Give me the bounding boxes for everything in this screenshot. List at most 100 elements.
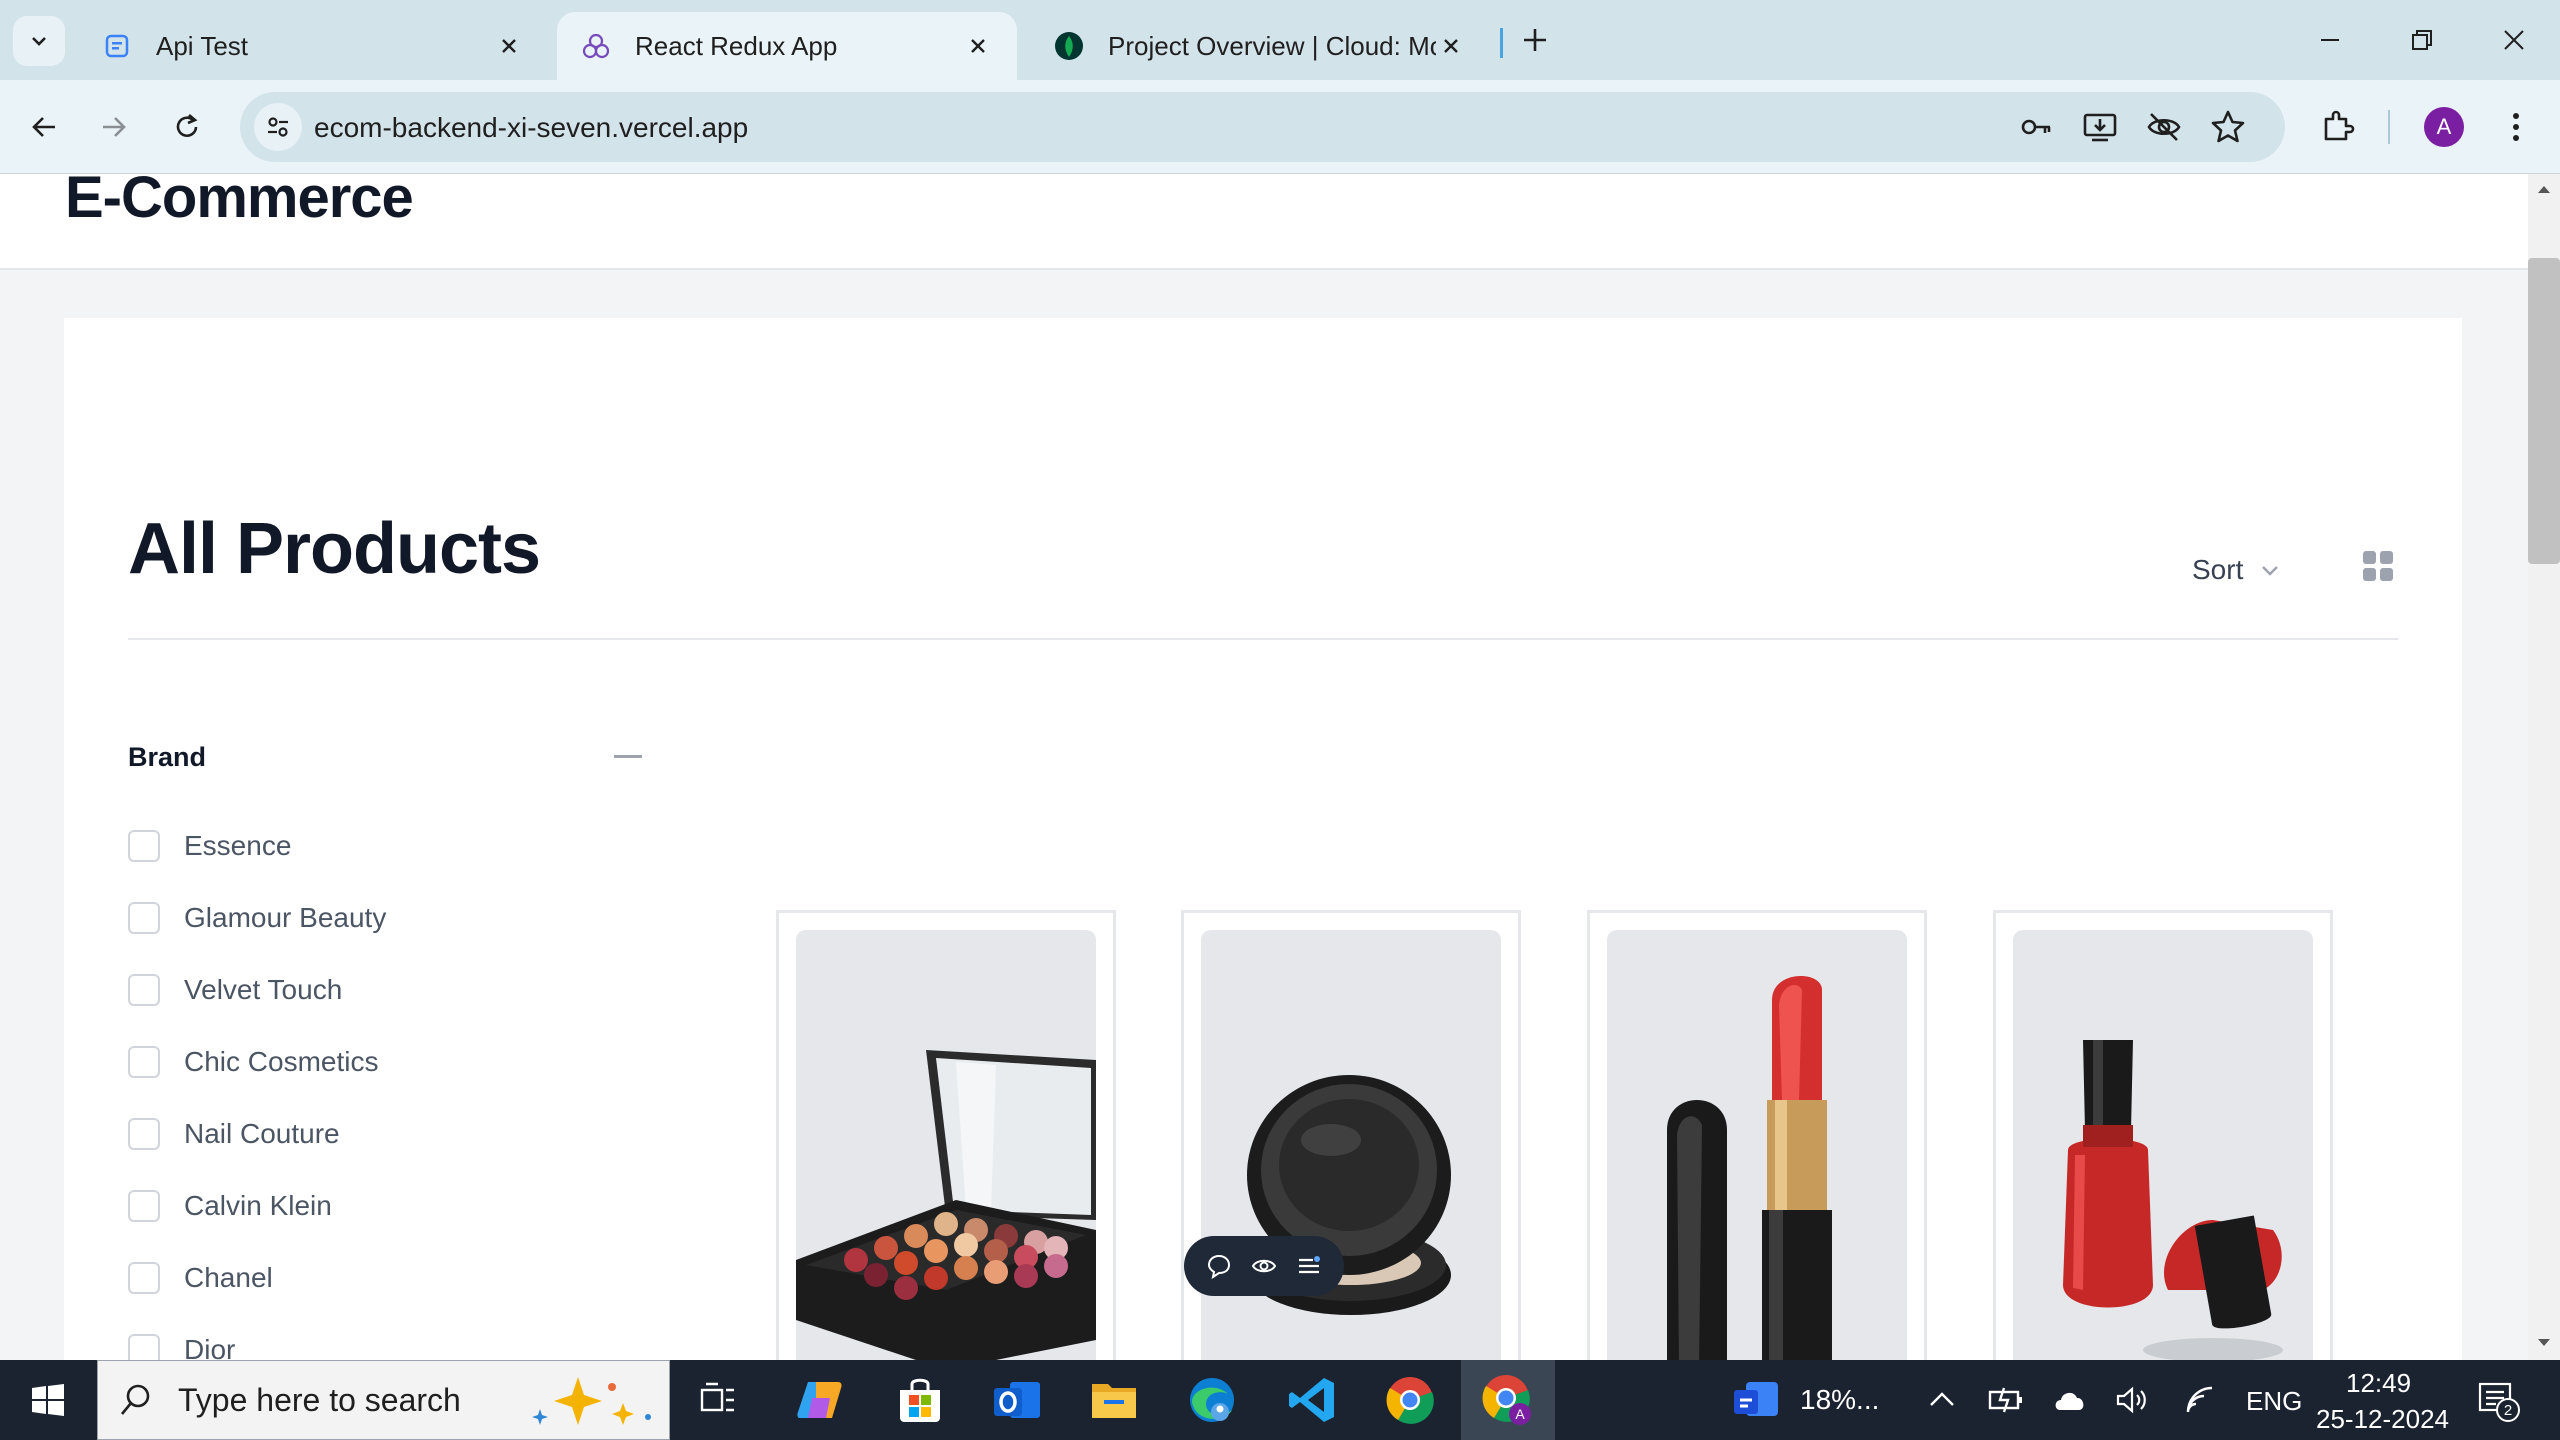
language-indicator[interactable]: ENG — [2246, 1386, 2302, 1417]
brand-option[interactable]: Velvet Touch — [128, 970, 342, 1010]
eye-icon[interactable] — [1251, 1253, 1277, 1279]
battery-charging-icon[interactable] — [1988, 1384, 2024, 1416]
minimize-icon — [2321, 39, 2339, 41]
clock-time[interactable]: 12:49 — [2346, 1368, 2411, 1399]
sort-dropdown[interactable]: Sort — [2192, 554, 2283, 586]
minimize-button[interactable] — [2300, 16, 2360, 64]
checkbox[interactable] — [128, 830, 160, 862]
clock-date[interactable]: 25-12-2024 — [2316, 1404, 2449, 1435]
product-card[interactable] — [1587, 910, 1927, 1360]
svg-text:A: A — [1515, 1406, 1525, 1422]
restore-button[interactable] — [2392, 16, 2452, 64]
file-explorer-icon[interactable] — [1086, 1372, 1142, 1428]
brand-option-label: Chanel — [184, 1262, 273, 1293]
sparkle-icon — [532, 1377, 651, 1425]
arrow-right-icon — [103, 117, 126, 137]
extensions-icon[interactable] — [2318, 107, 2358, 147]
eyeshadow-palette-image[interactable] — [796, 930, 1096, 1360]
brand-option[interactable]: Chic Cosmetics — [128, 1042, 378, 1082]
close-icon[interactable] — [963, 31, 993, 61]
star-icon[interactable] — [2210, 109, 2246, 145]
close-window-button[interactable] — [2484, 16, 2544, 64]
profile-avatar[interactable]: A — [2424, 107, 2464, 147]
comment-icon[interactable] — [1206, 1253, 1232, 1279]
brand-option[interactable]: Nail Couture — [128, 1114, 340, 1154]
tab-search-button[interactable] — [13, 16, 65, 66]
search-placeholder: Type here to search — [178, 1381, 461, 1418]
brand-option[interactable]: Chanel — [128, 1258, 273, 1298]
tab-title: React Redux App — [635, 30, 838, 61]
copilot-icon[interactable] — [792, 1372, 848, 1428]
windows-taskbar: Type here to search A 18%... ENG 12:49 2… — [0, 1360, 2560, 1440]
url-text: ecom-backend-xi-seven.vercel.app — [314, 112, 749, 143]
volume-icon[interactable] — [2114, 1384, 2150, 1416]
edge-browser-icon[interactable] — [1184, 1372, 1240, 1428]
red-nail-polish-image[interactable] — [2013, 930, 2313, 1360]
windows-logo-icon — [32, 1384, 64, 1416]
tab-title: Api Test — [156, 30, 249, 61]
checkbox[interactable] — [128, 1334, 160, 1360]
brand-option[interactable]: Dior — [128, 1330, 235, 1360]
brand-option[interactable]: Calvin Klein — [128, 1186, 332, 1226]
outlook-icon[interactable] — [990, 1372, 1046, 1428]
brand-option-label: Glamour Beauty — [184, 902, 387, 933]
brand-option-label: Chic Cosmetics — [184, 1046, 379, 1077]
eye-slash-icon[interactable] — [2146, 109, 2182, 145]
brand-option[interactable]: Glamour Beauty — [128, 898, 386, 938]
checkbox[interactable] — [128, 1190, 160, 1222]
scrollbar-thumb[interactable] — [2528, 258, 2560, 564]
close-icon[interactable] — [1436, 31, 1466, 61]
notification-center[interactable]: 2 — [2478, 1382, 2520, 1422]
onedrive-cloud-icon[interactable] — [2052, 1384, 2088, 1416]
red-lipstick-image[interactable] — [1607, 930, 1907, 1360]
grid-view-button[interactable] — [2358, 546, 2398, 586]
weather-text[interactable]: 18%... — [1800, 1384, 1879, 1416]
site-brand[interactable]: E-Commerce — [65, 174, 414, 231]
tab-mongodb-project[interactable]: Project Overview | Cloud: Mong — [1030, 12, 1490, 80]
address-bar[interactable]: ecom-backend-xi-seven.vercel.app — [240, 92, 2285, 162]
scroll-up-arrow-icon[interactable] — [2536, 182, 2552, 198]
chevron-up-icon[interactable] — [1926, 1384, 1958, 1416]
install-app-icon[interactable] — [2082, 109, 2118, 145]
collapse-minus-icon[interactable] — [614, 755, 642, 758]
redux-favicon-icon — [581, 31, 611, 61]
taskbar-search-box[interactable]: Type here to search — [97, 1360, 670, 1440]
forward-button[interactable] — [90, 103, 138, 151]
weather-widget-icon[interactable] — [1728, 1372, 1784, 1428]
wifi-icon[interactable] — [2184, 1384, 2220, 1416]
chrome-icon[interactable] — [1382, 1372, 1438, 1428]
microsoft-store-icon[interactable] — [892, 1372, 948, 1428]
windows-start-button[interactable] — [20, 1372, 76, 1428]
checkbox[interactable] — [128, 974, 160, 1006]
checkbox[interactable] — [128, 1262, 160, 1294]
key-icon[interactable] — [2018, 109, 2054, 145]
more-vertical-icon[interactable] — [2496, 107, 2536, 147]
new-tab-button[interactable] — [1515, 20, 1555, 60]
brand-option-label: Nail Couture — [184, 1118, 340, 1149]
list-menu-icon[interactable] — [1296, 1253, 1322, 1279]
sort-label: Sort — [2192, 554, 2244, 585]
tab-title: Project Overview | Cloud: Mong — [1108, 30, 1436, 61]
checkbox[interactable] — [128, 902, 160, 934]
page-title: All Products — [128, 509, 541, 589]
close-icon[interactable] — [494, 31, 524, 61]
scroll-down-arrow-icon[interactable] — [2536, 1334, 2552, 1350]
product-card[interactable] — [1993, 910, 2333, 1360]
brand-option[interactable]: Essence — [128, 826, 291, 866]
chrome-profile-icon[interactable]: A — [1480, 1372, 1536, 1428]
tab-react-redux-app[interactable]: React Redux App — [557, 12, 1017, 80]
vscode-icon[interactable] — [1284, 1372, 1340, 1428]
site-info-button[interactable] — [254, 103, 302, 151]
plus-icon — [1524, 29, 1546, 51]
checkbox[interactable] — [128, 1046, 160, 1078]
task-view-icon[interactable] — [690, 1372, 746, 1428]
tab-strip: Api Test React Redux App Project Overvie… — [0, 0, 2560, 80]
brand-filter-title[interactable]: Brand — [128, 742, 206, 773]
product-card[interactable] — [776, 910, 1116, 1360]
header-divider — [128, 638, 2398, 640]
reload-button[interactable] — [163, 103, 211, 151]
brand-option-label: Velvet Touch — [184, 974, 343, 1005]
back-button[interactable] — [20, 103, 68, 151]
tab-api-test[interactable]: Api Test — [78, 12, 548, 80]
checkbox[interactable] — [128, 1118, 160, 1150]
